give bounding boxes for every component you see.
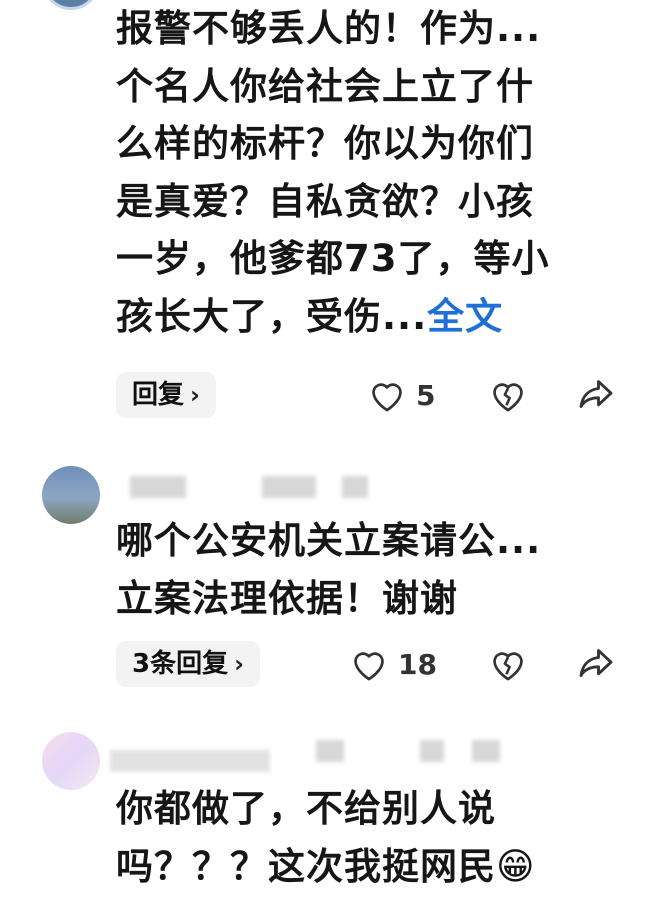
like-button[interactable]: 5 — [368, 377, 435, 413]
comment-line: 你都做了，不给别人说 — [116, 787, 496, 830]
dislike-button[interactable] — [489, 646, 527, 682]
comment-line: 一岁，他爹都73了，等小 — [116, 237, 550, 280]
reply-label: 3条回复 — [132, 649, 229, 679]
avatar[interactable] — [42, 466, 100, 524]
like-button[interactable]: 18 — [350, 646, 437, 682]
comment-last-line: 吗？？？这次我挺网民😁 — [116, 838, 606, 896]
username-blurred — [342, 476, 368, 498]
like-count: 5 — [416, 378, 436, 412]
share-arrow-icon — [576, 375, 616, 413]
full-text-link[interactable]: 全文 — [427, 295, 503, 338]
comment-line: 么样的标杆？你以为你们 — [116, 122, 534, 165]
avatar[interactable] — [42, 0, 100, 10]
like-count: 18 — [398, 647, 437, 681]
share-arrow-icon — [576, 644, 616, 682]
comment-last-line: 孩长大了，受伤...全文 — [116, 288, 606, 346]
comment-text: 你都做了，不给别人说 吗？？？这次我挺网民😁 — [116, 780, 606, 895]
comment-1: 报警不够丢人的！作为... 个名人你给社会上立了什 么样的标杆？你以为你们 是真… — [0, 0, 660, 440]
reply-label: 回复 — [132, 380, 185, 410]
username-blurred — [472, 740, 500, 762]
avatar[interactable] — [42, 732, 100, 790]
comment-line: 报警不够丢人的！作为... — [116, 7, 542, 50]
chevron-right-icon: › — [190, 381, 200, 409]
comment-line: 吗？？？这次我挺网民 — [116, 844, 496, 888]
username-blurred[interactable] — [110, 750, 270, 772]
dislike-button[interactable] — [489, 377, 527, 413]
heart-outline-icon — [368, 377, 406, 413]
comment-line: 孩长大了，受伤... — [116, 294, 428, 338]
username-blurred — [316, 740, 344, 762]
share-button[interactable] — [576, 375, 616, 413]
username-blurred[interactable] — [130, 476, 186, 498]
username-blurred — [262, 476, 316, 498]
comment-text: 报警不够丢人的！作为... 个名人你给社会上立了什 么样的标杆？你以为你们 是真… — [116, 0, 606, 345]
comment-line: 哪个公安机关立案请公... — [116, 519, 542, 562]
reply-button[interactable]: 回复 › — [116, 372, 216, 418]
grinning-emoji-icon: 😁 — [496, 844, 536, 888]
heart-outline-icon — [350, 646, 388, 682]
view-replies-button[interactable]: 3条回复 › — [116, 641, 260, 687]
comment-2: 哪个公安机关立案请公... 立案法理依据！谢谢 3条回复 › 18 — [0, 460, 660, 710]
username-blurred — [420, 740, 444, 762]
comment-line: 是真爱？自私贪欲？小孩 — [116, 179, 534, 223]
comment-3: 你都做了，不给别人说 吗？？？这次我挺网民😁 — [0, 728, 660, 899]
comment-line: 立案法理依据！谢谢 — [116, 576, 458, 620]
comment-text: 哪个公安机关立案请公... 立案法理依据！谢谢 — [116, 512, 606, 627]
broken-heart-icon — [489, 377, 527, 413]
share-button[interactable] — [576, 644, 616, 682]
chevron-right-icon: › — [234, 650, 244, 678]
comment-line: 个名人你给社会上立了什 — [116, 64, 534, 108]
broken-heart-icon — [489, 646, 527, 682]
